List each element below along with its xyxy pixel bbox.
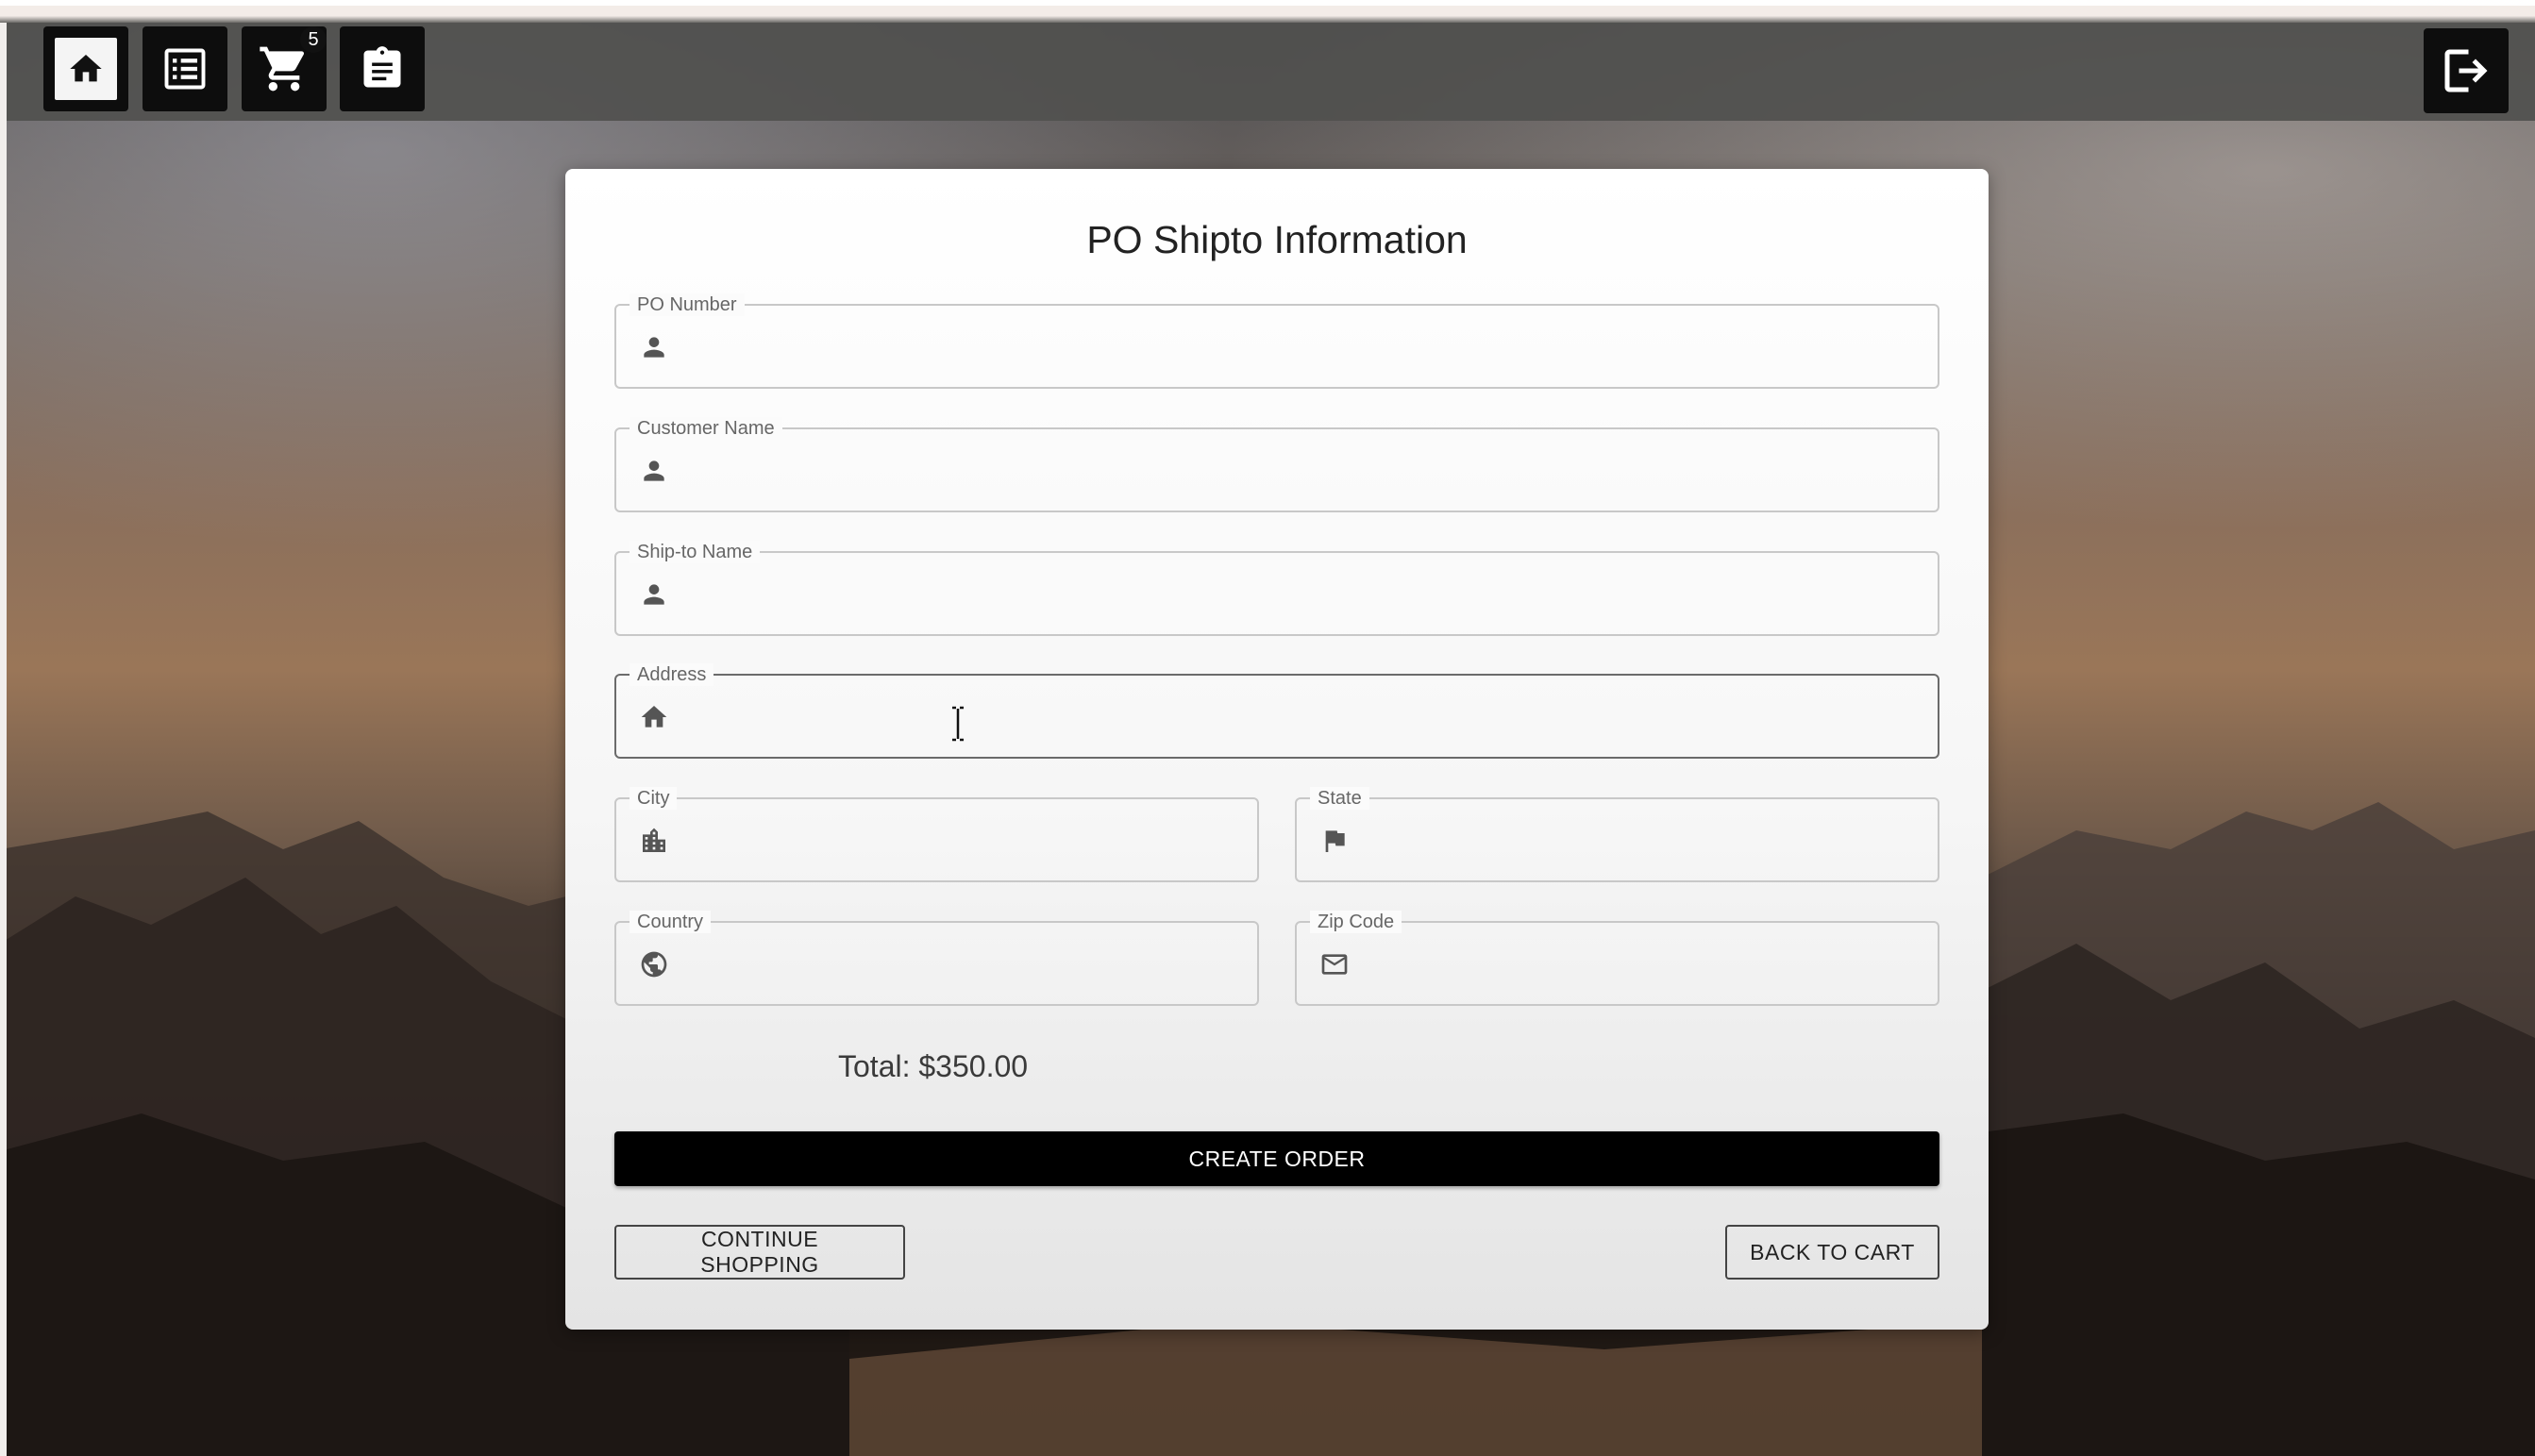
person-icon [644,337,664,358]
continue-shopping-button[interactable]: CONTINUE SHOPPING [614,1225,905,1280]
flag-icon [1325,830,1345,852]
window-edge [0,0,7,1456]
home-icon [641,706,667,728]
po-number-label: PO Number [630,293,745,316]
city-input[interactable] [690,816,1238,867]
state-input[interactable] [1370,816,1919,867]
country-label: Country [630,911,712,933]
po-number-input[interactable] [690,323,1919,374]
form-title: PO Shipto Information [1086,218,1468,261]
zip-code-label: Zip Code [1310,911,1402,933]
address-input[interactable] [690,693,1919,744]
customer-name-label: Customer Name [630,417,782,440]
shipto-name-label: Ship-to Name [630,541,761,563]
po-number-field[interactable]: PO Number [614,293,1939,389]
list-icon [164,48,206,90]
cart-count-badge: 5 [300,26,327,53]
address-label: Address [630,663,714,686]
country-field[interactable]: Country [614,911,1259,1006]
country-input[interactable] [690,940,1238,991]
city-icon [643,828,665,852]
shipto-name-input[interactable] [690,570,1919,621]
customer-name-field[interactable]: Customer Name [614,417,1939,512]
person-icon [644,584,664,605]
create-order-button[interactable]: CREATE ORDER [614,1131,1939,1186]
person-icon [644,460,664,481]
city-field[interactable]: City [614,787,1259,882]
mail-icon [1321,954,1348,975]
zip-code-field[interactable]: Zip Code [1295,911,1939,1006]
customer-name-input[interactable] [690,446,1919,497]
nav-list-button[interactable] [143,26,227,111]
back-to-cart-button[interactable]: BACK TO CART [1725,1225,1939,1280]
shipto-name-field[interactable]: Ship-to Name [614,541,1939,636]
clipboard-icon [363,46,401,88]
text-cursor-icon [952,706,964,742]
nav-cart-button[interactable]: 5 [242,26,327,111]
state-field[interactable]: State [1295,787,1939,882]
city-label: City [630,787,678,810]
home-icon [70,55,102,82]
cart-icon [260,46,305,92]
order-total: Total: $350.00 [838,1049,1029,1083]
zip-code-input[interactable] [1370,940,1919,991]
globe-icon [641,951,667,978]
logout-button[interactable] [2424,28,2509,113]
nav-orders-button[interactable] [340,26,425,111]
logout-icon [2444,49,2488,92]
nav-home-button[interactable] [43,26,128,111]
browser-top-strip [0,0,2535,23]
state-label: State [1310,787,1369,810]
address-field[interactable]: Address [614,663,1939,759]
